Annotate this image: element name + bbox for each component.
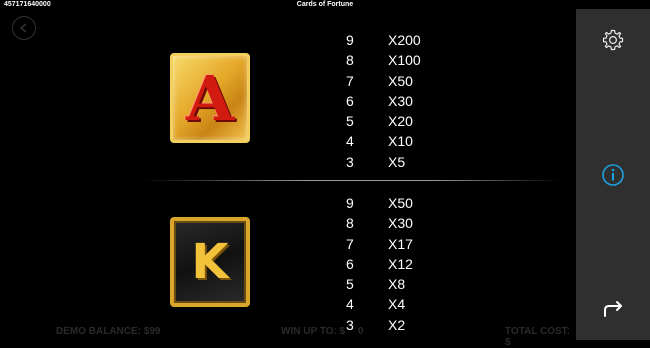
win-up-to-value: 0	[358, 326, 364, 337]
paytable-row: 4 X10	[340, 131, 440, 151]
payout-multiplier: X50	[388, 195, 413, 211]
payout-multiplier: X12	[388, 255, 413, 272]
paytable-row: 9 X50	[340, 193, 440, 213]
match-count: 9	[346, 32, 354, 48]
match-count: 9	[346, 195, 354, 211]
paytable-row: 5 X8	[340, 274, 440, 294]
match-count: 7	[346, 235, 354, 252]
right-sidebar	[576, 9, 650, 340]
payout-multiplier: X100	[388, 52, 421, 69]
symbol-k-letter: K	[191, 234, 229, 290]
match-count: 7	[346, 72, 354, 89]
settings-button[interactable]	[601, 28, 625, 52]
gear-icon	[602, 29, 624, 51]
game-title: Cards of Fortune	[296, 1, 354, 8]
match-count: 4	[346, 133, 354, 150]
footer-bar: DEMO BALANCE: $99 WIN UP TO: $ 0 TOTAL C…	[0, 325, 576, 348]
paytable-row: 9 X200	[340, 30, 440, 50]
demo-balance-label: DEMO BALANCE: $99	[56, 326, 161, 337]
paytable-row: 7 X50	[340, 71, 440, 91]
symbol-k-tile: K	[170, 217, 250, 307]
payout-multiplier: X20	[388, 113, 413, 130]
paytable-row: 4 X4	[340, 294, 440, 314]
payout-multiplier: X8	[388, 276, 406, 293]
top-bar: 457171640000 Cards of Fortune	[0, 0, 576, 10]
payout-multiplier: X50	[388, 72, 413, 89]
paytable-row: 8 X100	[340, 50, 440, 70]
paytable-a: 9 X200 8 X100 7 X50 6 X30 5 X20 4 X10 3 X5	[340, 30, 440, 172]
match-count: 4	[346, 296, 354, 313]
paytable-row: 6 X12	[340, 254, 440, 274]
win-up-to-label: WIN UP TO: $	[281, 326, 346, 337]
return-button[interactable]	[601, 297, 625, 321]
payout-multiplier: X4	[388, 296, 406, 313]
return-arrow-icon	[604, 301, 622, 317]
match-count: 8	[346, 52, 354, 69]
info-icon	[602, 164, 624, 186]
paytable-row: 6 X30	[340, 91, 440, 111]
match-count: 6	[346, 255, 354, 272]
payout-multiplier: X30	[388, 92, 413, 109]
section-divider	[140, 180, 560, 181]
paytable-row: 3 X5	[340, 152, 440, 172]
match-count: 8	[346, 215, 354, 232]
payout-multiplier: X5	[388, 153, 406, 170]
payout-multiplier: X17	[388, 235, 413, 252]
paytable-k: 9 X50 8 X30 7 X17 6 X12 5 X8 4 X4 3 X2	[340, 193, 440, 335]
payout-multiplier: X10	[388, 133, 413, 150]
paytable-row: 7 X17	[340, 234, 440, 254]
match-count: 5	[346, 113, 354, 130]
total-cost-label: TOTAL COST: $	[505, 326, 570, 348]
symbol-a-tile: A	[170, 53, 250, 143]
paytable-row: 5 X20	[340, 111, 440, 131]
payout-multiplier: X30	[388, 215, 413, 232]
payout-multiplier: X200	[388, 32, 421, 48]
symbol-a-letter: A	[185, 61, 235, 135]
info-button[interactable]	[601, 163, 625, 187]
match-count: 5	[346, 276, 354, 293]
match-count: 3	[346, 153, 354, 170]
match-count: 6	[346, 92, 354, 109]
paytable-row: 8 X30	[340, 213, 440, 233]
faded-back-icon	[12, 16, 36, 40]
